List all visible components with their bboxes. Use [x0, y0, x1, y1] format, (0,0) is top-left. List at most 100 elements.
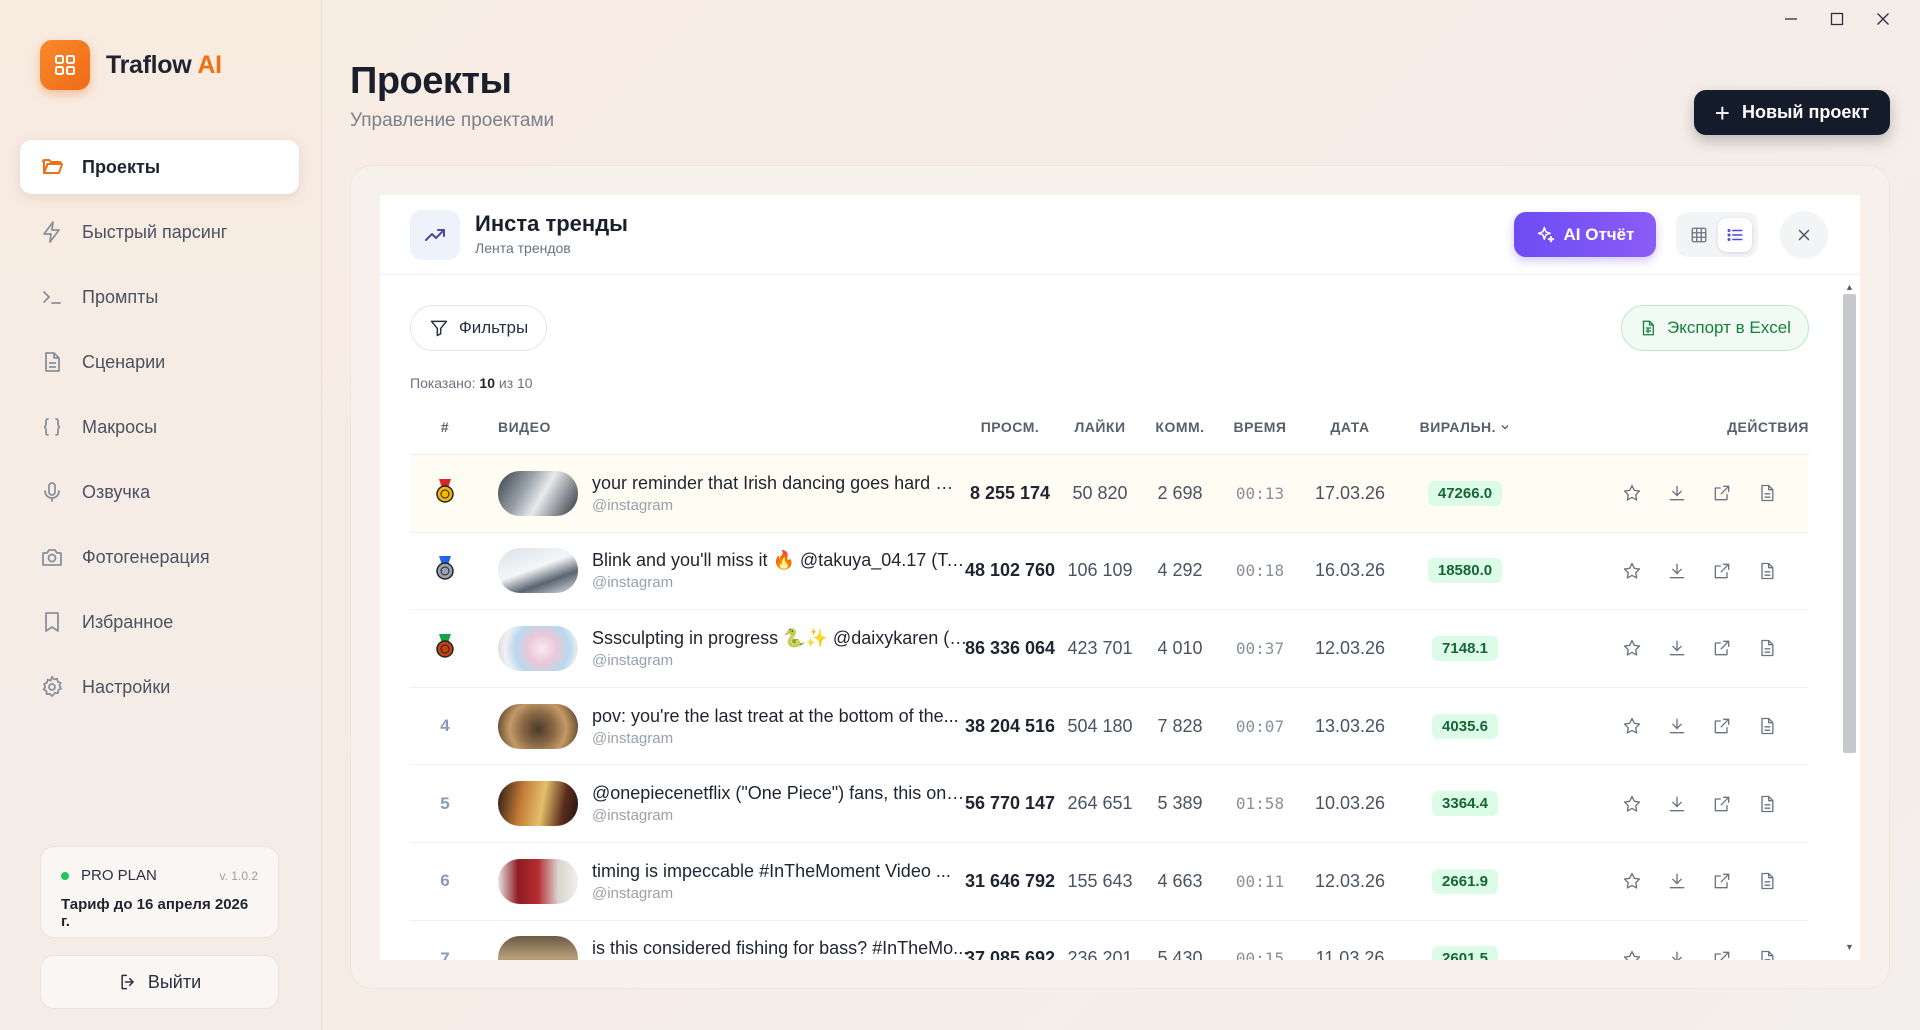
ai-report-button[interactable]: AI Отчёт	[1514, 212, 1656, 257]
table-row[interactable]: your reminder that Irish dancing goes ha…	[410, 455, 1809, 533]
sidebar-item-settings[interactable]: Настройки	[20, 660, 299, 714]
col-date[interactable]: ДАТА	[1300, 419, 1400, 435]
open-external-button[interactable]	[1709, 558, 1734, 583]
sidebar-item-prompts[interactable]: Промпты	[20, 270, 299, 324]
video-title[interactable]: your reminder that Irish dancing goes ha…	[592, 473, 972, 494]
script-button[interactable]	[1754, 791, 1779, 816]
video-thumbnail[interactable]	[498, 858, 578, 904]
video-cell[interactable]: your reminder that Irish dancing goes ha…	[480, 470, 972, 516]
row-actions	[1530, 869, 1809, 894]
grid-view-button[interactable]	[1682, 218, 1716, 252]
row-actions	[1530, 714, 1809, 739]
table-row[interactable]: 4 pov: you're the last treat at the bott…	[410, 688, 1809, 766]
list-view-button[interactable]	[1718, 217, 1752, 252]
sidebar-item-voiceover[interactable]: Озвучка	[20, 465, 299, 519]
views-value: 56 770 147	[964, 793, 1056, 814]
table-row[interactable]: 7 is this considered fishing for bass? #…	[410, 921, 1809, 960]
new-project-button[interactable]: + Новый проект	[1694, 90, 1890, 135]
scroll-down-arrow[interactable]: ▼	[1843, 941, 1856, 953]
favorite-button[interactable]	[1619, 946, 1644, 960]
col-views[interactable]: ПРОСМ.	[960, 419, 1060, 435]
col-virality[interactable]: ВИРАЛЬН.	[1400, 419, 1530, 435]
video-thumbnail[interactable]	[498, 548, 578, 594]
favorite-button[interactable]	[1619, 481, 1644, 506]
video-title[interactable]: @onepiecenetflix ("One Piece") fans, thi…	[592, 783, 972, 804]
maximize-button[interactable]	[1828, 10, 1846, 28]
download-button[interactable]	[1664, 869, 1689, 894]
filters-button[interactable]: Фильтры	[410, 305, 547, 351]
scrollbar-thumb[interactable]	[1843, 294, 1856, 753]
video-thumbnail[interactable]	[498, 781, 578, 827]
document-icon	[45, 352, 60, 372]
download-button[interactable]	[1664, 481, 1689, 506]
scrollbar[interactable]: ▲ ▼	[1836, 277, 1856, 960]
video-cell[interactable]: pov: you're the last treat at the bottom…	[480, 703, 960, 749]
close-project-button[interactable]	[1780, 211, 1828, 259]
star-icon	[1623, 795, 1640, 812]
page-subtitle: Управление проектами	[350, 110, 555, 131]
favorite-button[interactable]	[1619, 558, 1644, 583]
favorite-button[interactable]	[1619, 869, 1644, 894]
open-external-button[interactable]	[1709, 636, 1734, 661]
open-external-button[interactable]	[1709, 714, 1734, 739]
minimize-button[interactable]	[1782, 10, 1800, 28]
export-excel-button[interactable]: Экспорт в Excel	[1621, 305, 1809, 351]
logout-button[interactable]: Выйти	[40, 955, 279, 1009]
star-icon	[1623, 562, 1640, 579]
video-cell[interactable]: Sssculpting in progress 🐍✨ @daixykaren (…	[480, 625, 972, 671]
views-value: 48 102 760	[964, 560, 1056, 581]
col-comments[interactable]: КОММ.	[1140, 419, 1220, 435]
external-link-icon	[1714, 563, 1729, 579]
app-logo[interactable]: Traflow AI	[40, 40, 222, 90]
video-title[interactable]: Sssculpting in progress 🐍✨ @daixykaren (…	[592, 628, 972, 649]
video-thumbnail[interactable]	[498, 703, 578, 749]
download-button[interactable]	[1664, 714, 1689, 739]
video-cell[interactable]: is this considered fishing for bass? #In…	[480, 936, 968, 960]
table-row[interactable]: Blink and you'll miss it 🔥 @takuya_04.17…	[410, 533, 1809, 611]
video-title[interactable]: pov: you're the last treat at the bottom…	[592, 706, 972, 727]
video-cell[interactable]: Blink and you'll miss it 🔥 @takuya_04.17…	[480, 548, 972, 594]
close-icon	[1877, 13, 1889, 25]
open-external-button[interactable]	[1709, 946, 1734, 960]
script-button[interactable]	[1754, 481, 1779, 506]
col-time[interactable]: ВРЕМЯ	[1220, 419, 1300, 435]
script-button[interactable]	[1754, 869, 1779, 894]
col-likes[interactable]: ЛАЙКИ	[1060, 419, 1140, 435]
open-external-button[interactable]	[1709, 791, 1734, 816]
open-external-button[interactable]	[1709, 869, 1734, 894]
sidebar-item-scenarios[interactable]: Сценарии	[20, 335, 299, 389]
download-button[interactable]	[1664, 636, 1689, 661]
sidebar-item-label: Макросы	[82, 416, 158, 437]
script-button[interactable]	[1754, 946, 1779, 960]
window-close-button[interactable]	[1874, 10, 1892, 28]
video-thumbnail[interactable]	[498, 936, 578, 960]
script-button[interactable]	[1754, 558, 1779, 583]
download-button[interactable]	[1664, 791, 1689, 816]
table-row[interactable]: Sssculpting in progress 🐍✨ @daixykaren (…	[410, 610, 1809, 688]
favorite-button[interactable]	[1619, 714, 1644, 739]
download-button[interactable]	[1664, 946, 1689, 960]
table-row[interactable]: 6 timing is impeccable #InTheMoment Vide…	[410, 843, 1809, 921]
table-row[interactable]: 5 @onepiecenetflix ("One Piece") fans, t…	[410, 765, 1809, 843]
download-button[interactable]	[1664, 558, 1689, 583]
video-title[interactable]: is this considered fishing for bass? #In…	[592, 938, 972, 959]
scroll-up-arrow[interactable]: ▲	[1843, 281, 1856, 293]
video-title[interactable]: Blink and you'll miss it 🔥 @takuya_04.17…	[592, 550, 972, 571]
sidebar-item-macros[interactable]: Макросы	[20, 400, 299, 454]
sidebar-item-favorites[interactable]: Избранное	[20, 595, 299, 649]
video-title[interactable]: timing is impeccable #InTheMoment Video …	[592, 861, 972, 882]
sidebar-item-projects[interactable]: Проекты	[20, 140, 299, 194]
views-value: 8 255 174	[969, 482, 1051, 503]
video-cell[interactable]: @onepiecenetflix ("One Piece") fans, thi…	[480, 781, 972, 827]
likes-value: 155 643	[1067, 870, 1133, 891]
video-cell[interactable]: timing is impeccable #InTheMoment Video …	[480, 858, 960, 904]
script-button[interactable]	[1754, 636, 1779, 661]
sidebar-item-quick-parsing[interactable]: Быстрый парсинг	[20, 205, 299, 259]
script-button[interactable]	[1754, 714, 1779, 739]
favorite-button[interactable]	[1619, 791, 1644, 816]
open-external-button[interactable]	[1709, 481, 1734, 506]
video-thumbnail[interactable]	[498, 470, 578, 516]
video-thumbnail[interactable]	[498, 625, 578, 671]
favorite-button[interactable]	[1619, 636, 1644, 661]
sidebar-item-photogeneration[interactable]: Фотогенерация	[20, 530, 299, 584]
